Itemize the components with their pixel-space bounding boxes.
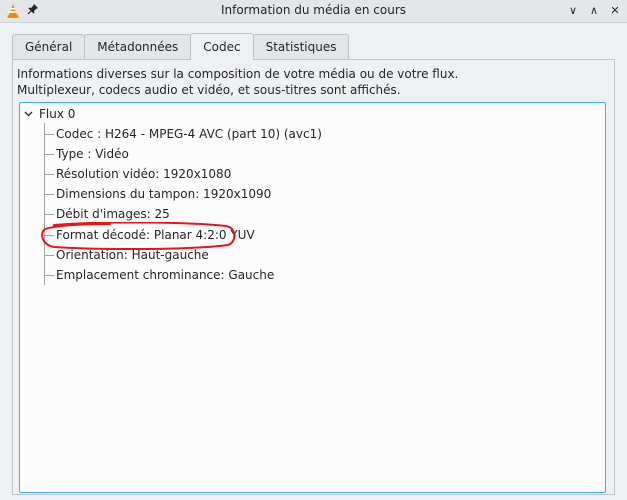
tree-connector <box>44 174 54 175</box>
stream-tree[interactable]: Flux 0 Codec : H264 - MPEG-4 AVC (part 1… <box>19 102 606 493</box>
title-bar[interactable]: Information du média en cours ∨ ∧ ✕ <box>0 0 627 23</box>
close-icon[interactable]: ✕ <box>606 2 624 20</box>
tab-metadata-label: Métadonnées <box>97 40 179 54</box>
tree-item-codec[interactable]: Codec : H264 - MPEG-4 AVC (part 10) (avc… <box>56 124 322 144</box>
tree-root-label: Flux 0 <box>39 107 76 121</box>
tree-item-chroma-location[interactable]: Emplacement chrominance: Gauche <box>56 265 274 285</box>
tree-connector <box>44 134 54 135</box>
chevron-up-icon[interactable]: ∧ <box>585 2 603 20</box>
tab-general[interactable]: Général <box>12 34 86 59</box>
tab-bar: Général Métadonnées Codec Statistiques <box>12 33 350 60</box>
panel-description: Informations diverses sur la composition… <box>17 66 607 98</box>
description-line-1: Informations diverses sur la composition… <box>17 67 459 81</box>
tree-root-stream-0[interactable]: Flux 0 <box>20 104 605 124</box>
description-line-2: Multiplexeur, codecs audio et vidéo, et … <box>17 83 401 97</box>
tab-general-label: Général <box>25 40 73 54</box>
chevron-down-icon[interactable]: ∨ <box>564 2 582 20</box>
tree-item-resolution[interactable]: Résolution vidéo: 1920x1080 <box>56 164 231 184</box>
tab-statistics[interactable]: Statistiques <box>252 34 350 59</box>
tree-connector <box>44 194 54 195</box>
tree-connector <box>44 255 54 256</box>
tree-connector <box>44 154 54 155</box>
media-info-window: Information du média en cours ∨ ∧ ✕ Géné… <box>0 0 627 500</box>
tab-codec-label: Codec <box>203 40 241 54</box>
tree-item-type[interactable]: Type : Vidéo <box>56 144 129 164</box>
tree-item-buffer-dimensions[interactable]: Dimensions du tampon: 1920x1090 <box>56 184 271 204</box>
tree-connector <box>44 275 54 276</box>
tab-metadata[interactable]: Métadonnées <box>84 34 192 59</box>
tab-codec[interactable]: Codec <box>190 33 254 60</box>
tree-item-frame-rate[interactable]: Débit d'images: 25 <box>56 204 170 224</box>
red-annotation-ellipse <box>41 222 236 250</box>
chevron-down-icon[interactable] <box>24 107 34 121</box>
window-title: Information du média en cours <box>220 3 407 17</box>
tree-connector <box>44 214 54 215</box>
tree-branch-line <box>44 123 45 285</box>
tab-statistics-label: Statistiques <box>265 40 337 54</box>
